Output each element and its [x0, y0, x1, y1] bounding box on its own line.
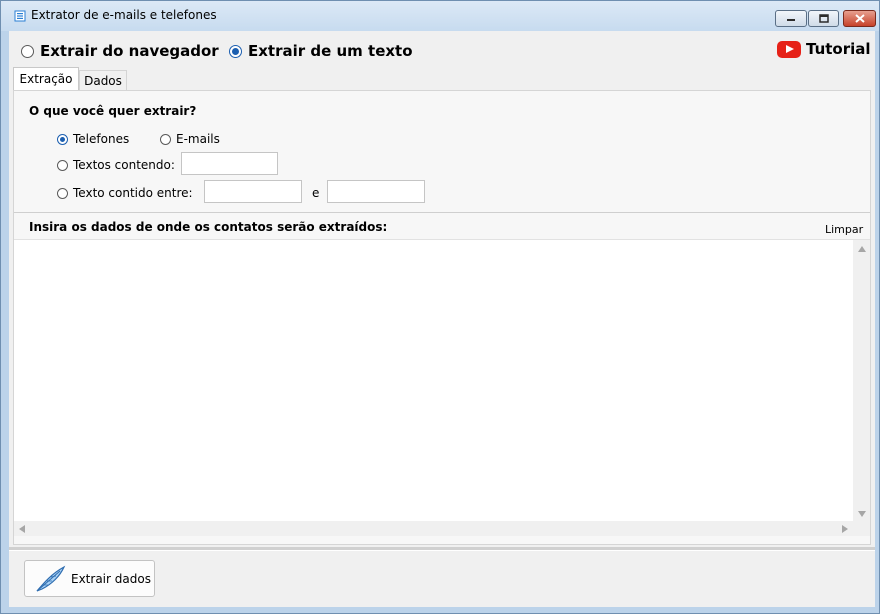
between-end-input[interactable] — [327, 180, 425, 203]
phones-label: Telefones — [73, 132, 130, 146]
tutorial-link[interactable]: Tutorial — [777, 40, 871, 58]
contains-option[interactable]: Textos contendo: — [57, 158, 175, 172]
close-icon — [854, 14, 865, 23]
maximize-icon — [818, 14, 829, 23]
extract-question: O que você quer extrair? — [29, 104, 197, 118]
mode-browser-option[interactable]: Extrair do navegador — [21, 42, 219, 60]
emails-option[interactable]: E-mails — [160, 132, 220, 146]
tab-extracao[interactable]: Extração — [13, 67, 79, 90]
footer-separator — [9, 547, 875, 551]
input-section-label: Insira os dados de onde os contatos serã… — [29, 220, 388, 234]
between-radio[interactable] — [57, 187, 68, 199]
contains-label: Textos contendo: — [73, 158, 175, 172]
extraction-panel: O que você quer extrair? Telefones E-mai… — [13, 90, 871, 545]
tab-extracao-label: Extração — [19, 72, 73, 86]
mode-text-radio[interactable] — [229, 44, 242, 58]
scroll-left-icon[interactable] — [19, 525, 25, 533]
contains-input[interactable] — [181, 152, 278, 175]
emails-radio[interactable] — [160, 133, 171, 145]
window-title: Extrator de e-mails e telefones — [31, 8, 217, 22]
app-window: Extrator de e-mails e telefones Extrair … — [0, 0, 880, 614]
phones-radio[interactable] — [57, 133, 68, 145]
scroll-up-icon[interactable] — [858, 246, 866, 252]
client-area: Extrair do navegador Extrair de um texto… — [9, 31, 875, 607]
mode-browser-radio[interactable] — [21, 44, 34, 58]
title-bar[interactable]: Extrator de e-mails e telefones — [1, 1, 879, 31]
tab-dados[interactable]: Dados — [79, 70, 127, 90]
mode-text-option[interactable]: Extrair de um texto — [229, 42, 413, 60]
horizontal-scrollbar[interactable] — [14, 521, 853, 536]
extract-data-button[interactable]: Extrair dados — [24, 560, 155, 597]
minimize-icon — [787, 18, 795, 21]
emails-label: E-mails — [176, 132, 220, 146]
app-list-icon — [14, 10, 26, 22]
scroll-down-icon[interactable] — [858, 511, 866, 517]
tutorial-label: Tutorial — [806, 40, 871, 58]
vertical-scrollbar[interactable] — [853, 240, 870, 522]
scrollbar-corner — [853, 521, 870, 536]
tab-dados-label: Dados — [84, 73, 122, 88]
between-option[interactable]: Texto contido entre: — [57, 186, 193, 200]
contains-radio[interactable] — [57, 159, 68, 171]
mode-text-label: Extrair de um texto — [248, 42, 413, 60]
feather-icon — [36, 565, 66, 592]
section-divider — [14, 212, 870, 213]
close-button[interactable] — [843, 10, 876, 27]
between-label: Texto contido entre: — [73, 186, 193, 200]
source-text-area[interactable] — [14, 239, 870, 536]
between-start-input[interactable] — [204, 180, 302, 203]
maximize-button[interactable] — [808, 10, 839, 27]
extract-data-label: Extrair dados — [71, 571, 151, 586]
clear-button[interactable]: Limpar — [825, 223, 863, 236]
phones-option[interactable]: Telefones — [57, 132, 129, 146]
mode-browser-label: Extrair do navegador — [40, 42, 219, 60]
between-and-label: e — [312, 186, 320, 200]
minimize-button[interactable] — [775, 10, 807, 27]
youtube-play-icon — [777, 40, 801, 58]
scroll-right-icon[interactable] — [842, 525, 848, 533]
